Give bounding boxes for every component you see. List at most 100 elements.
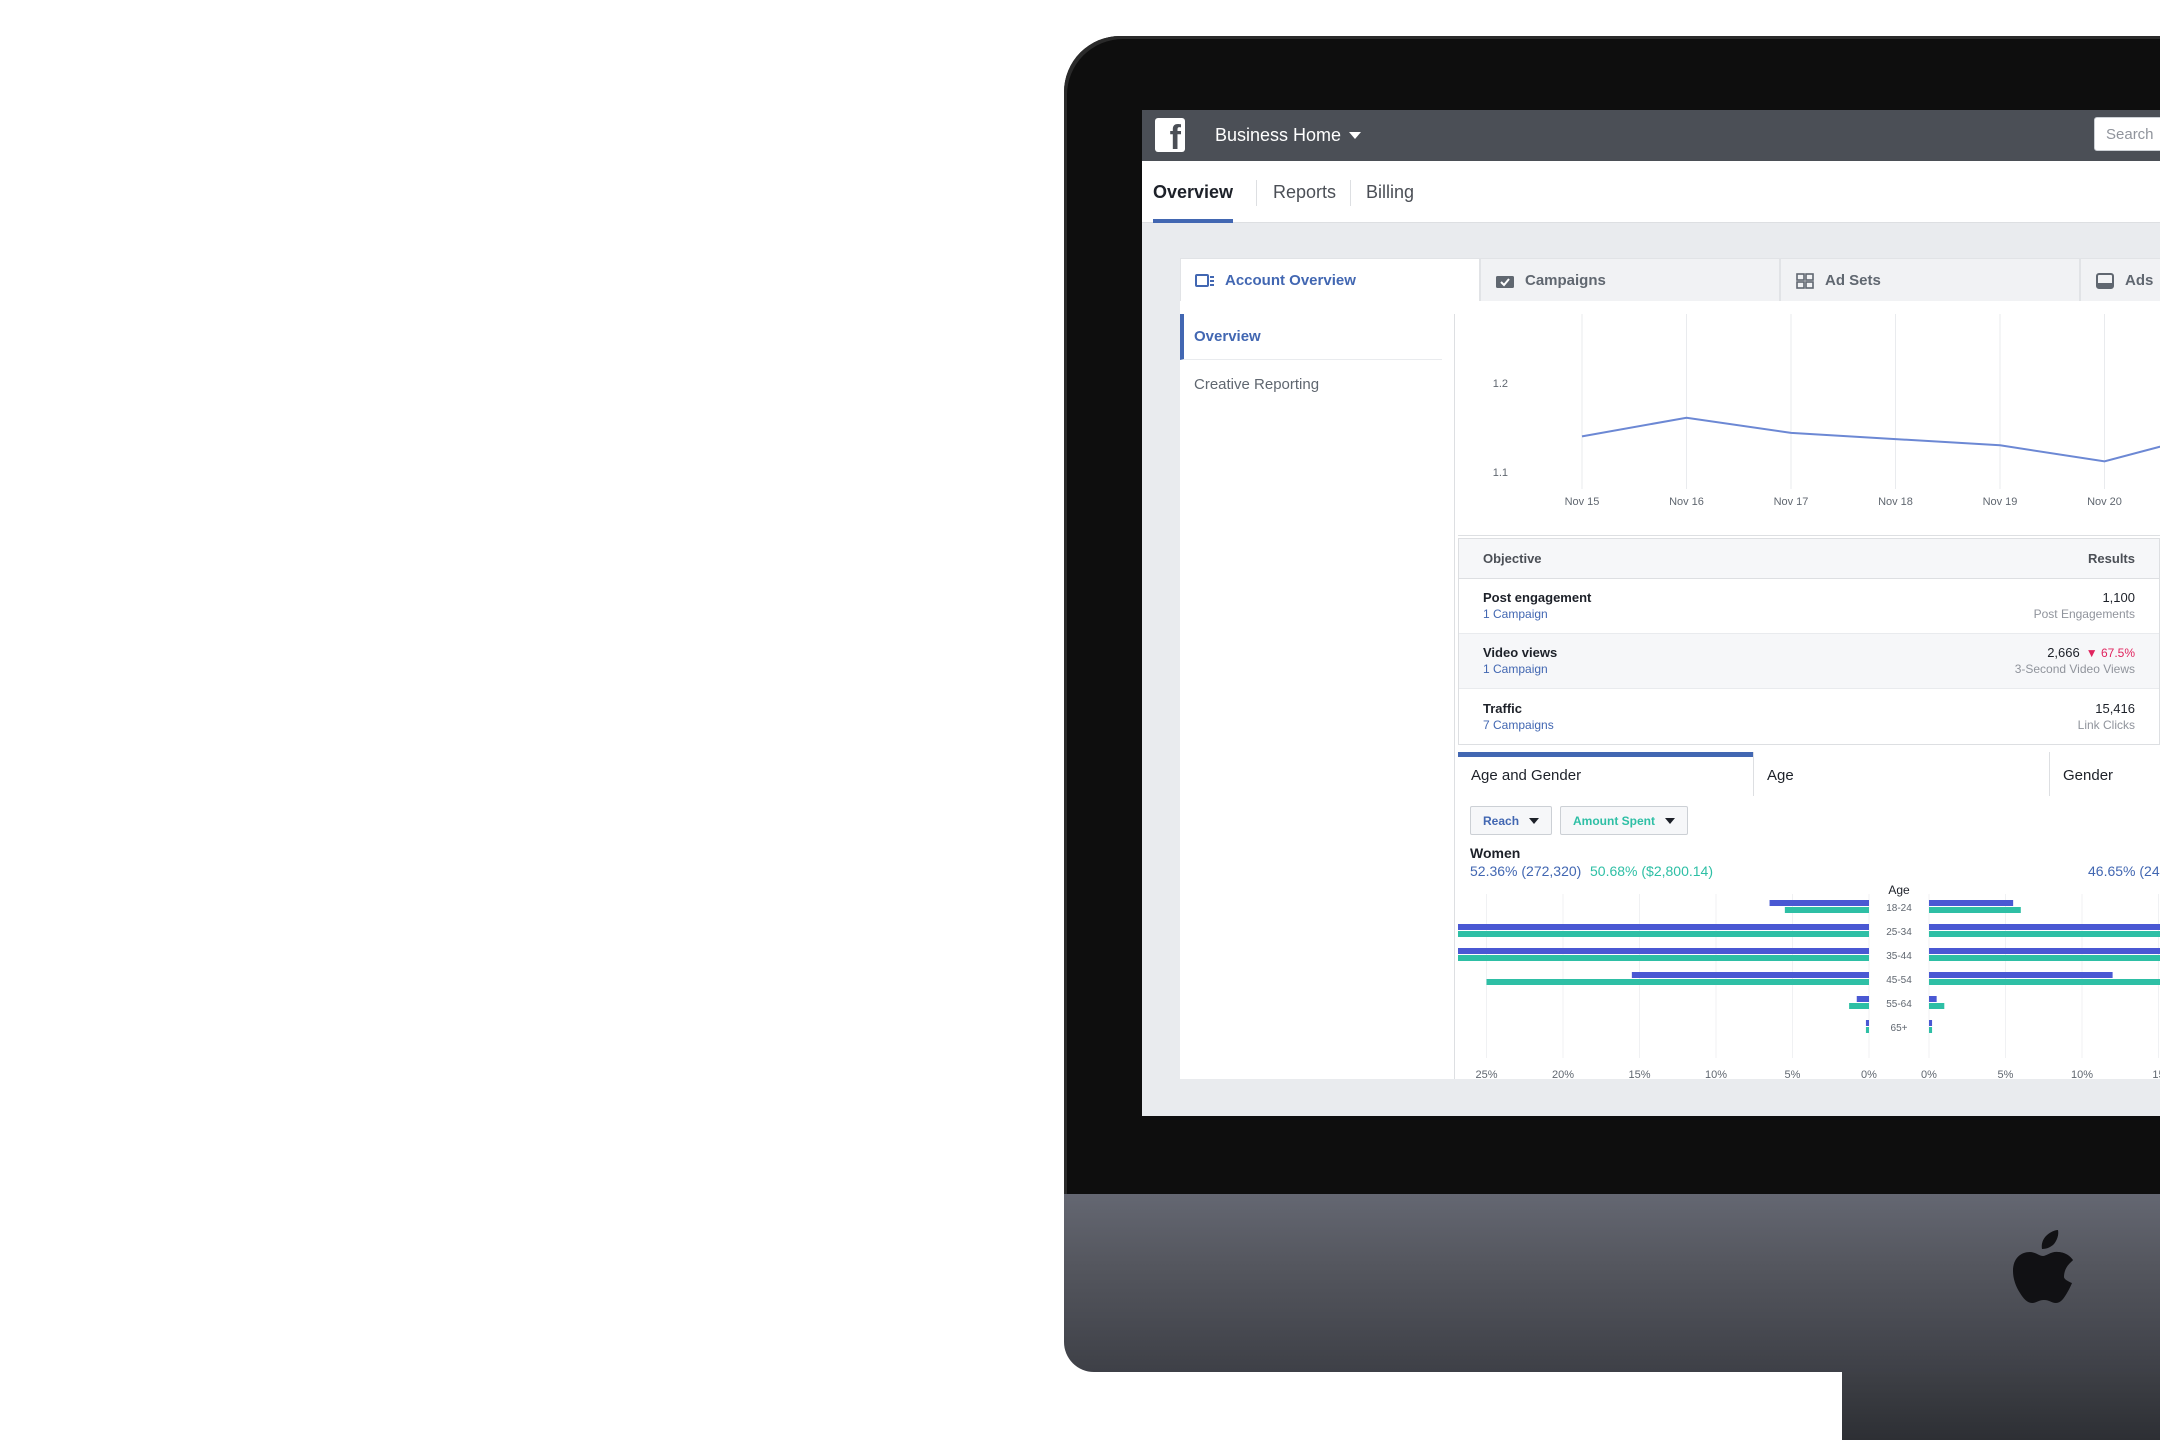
filter-label: Reach [1483,813,1520,828]
top-bar: f Business Home [1142,110,2160,161]
men-spent-bar [1929,931,2160,937]
nav-divider [1350,180,1351,206]
sidebar-divider [1454,314,1455,1079]
amount-spent-filter-dropdown[interactable]: Amount Spent [1560,806,1688,835]
subtab-account-overview[interactable]: Account Overview [1180,258,1480,302]
women-reach-stat: 52.36% (272,320) [1470,863,1582,879]
subtab-ad-sets[interactable]: Ad Sets [1780,258,2080,302]
table-row[interactable]: Traffic 7 Campaigns 15,416 Link Clicks [1459,689,2159,744]
tab-billing[interactable]: Billing [1366,161,1414,223]
delta-badge: ▼ 67.5% [2085,646,2135,660]
result-metric: Post Engagements [2033,607,2135,621]
search-input[interactable] [2095,118,2160,150]
men-reach-stat: 46.65% (24 [2088,863,2160,879]
women-reach-bar [1631,972,1869,978]
screen: f Business Home Overview Reports Billing… [1142,110,2160,1116]
age-category-label: 35-44 [1886,951,1912,962]
monitor-stand [1842,1368,2160,1440]
women-spent-bar [1865,1027,1869,1033]
campaign-count-link[interactable]: 7 Campaigns [1483,717,1554,733]
ads-icon [2096,272,2114,289]
table-row[interactable]: Video views 1 Campaign 2,666 ▼ 67.5% 3-Se… [1459,634,2159,689]
age-category-label: 25-34 [1886,927,1912,938]
x-tick-label: 10% [1705,1069,1727,1081]
x-tick-label: 15% [1628,1069,1650,1081]
bar-chart-svg: 25% 20% 15% 10% 5% 0% 0% 5% 10% 15 Age 18-24 25-34 35… [1203,883,2160,1081]
x-tick-label: 20% [1552,1069,1574,1081]
nav-bar: Overview Reports Billing [1142,161,2160,223]
x-tick-label: Nov 16 [1669,496,1704,508]
tab-reports[interactable]: Reports [1273,161,1336,223]
campaign-count-link[interactable]: 1 Campaign [1483,606,1591,622]
caret-down-icon [1349,131,1362,139]
objective-name: Traffic [1483,700,1523,716]
age-category-label: 45-54 [1886,975,1912,986]
x-tick-label: Nov 19 [1983,496,2018,508]
result-value: 1,100 [2102,590,2135,605]
women-spent-bar [1241,955,1869,961]
women-spent-bar [1784,907,1869,913]
tab-age[interactable]: Age [1754,752,2050,796]
table-row[interactable]: Post engagement 1 Campaign 1,100 Post En… [1459,579,2159,634]
subtab-label: Campaigns [1525,272,1606,289]
men-reach-bar [1929,900,2014,906]
sidebar-item-label: Creative Reporting [1194,375,1320,393]
search-box[interactable] [2094,117,2160,151]
men-reach-bar [1929,1020,1933,1026]
women-reach-bar [1279,924,1869,930]
account-overview-icon [1195,273,1214,287]
objective-name: Video views [1483,645,1558,660]
men-reach-bar [1929,972,2113,978]
sidebar-item-creative-reporting[interactable]: Creative Reporting [1180,361,1442,407]
men-spent-bar [1929,979,2160,985]
x-tick-label: Nov 15 [1565,496,1600,508]
men-spent-bar [1929,1027,1933,1033]
tab-overview[interactable]: Overview [1153,161,1234,223]
subtab-campaigns[interactable]: Campaigns [1480,258,1780,302]
business-home-menu[interactable]: Business Home [1215,123,1362,147]
result-value: 15,416 [2095,700,2135,716]
campaigns-icon [1496,275,1514,288]
filter-label: Amount Spent [1573,813,1655,828]
performance-line-chart: Nov 15 Nov 16 Nov 17 Nov 18 Nov 19 Nov 20 1.2 1… [1458,314,2160,536]
age-category-label: 55-64 [1886,999,1912,1010]
women-spent-bar [1440,931,1869,937]
tab-gender[interactable]: Gender [2050,752,2160,796]
campaign-count-link[interactable]: 1 Campaign [1483,661,1557,677]
women-spent-stat: 50.68% ($2,800.14) [1590,863,1713,879]
caret-down-icon [1665,817,1675,824]
age-category-label: 18-24 [1886,903,1912,914]
men-spent-bar [1929,1003,1945,1009]
business-home-label: Business Home [1215,125,1342,145]
result-value: 2,666 [2047,645,2080,660]
delta-value: 67.5% [2100,646,2135,660]
x-tick-label: Nov 20 [2087,496,2122,508]
x-tick-label: 5% [1785,1069,1801,1081]
age-gender-bar-chart: 25% 20% 15% 10% 5% 0% 0% 5% 10% 15 Age 18-24 25-34 35… [1203,878,2160,1088]
x-tick-label: 0% [1921,1069,1937,1081]
x-tick-label: 5% [1998,1069,2014,1081]
tab-age-and-gender[interactable]: Age and Gender [1458,752,1754,796]
objective-column-header: Objective [1483,551,1542,566]
results-column-header: Results [2088,551,2135,566]
subtab-ads[interactable]: Ads [2080,258,2160,302]
reach-filter-dropdown[interactable]: Reach [1470,806,1553,835]
women-spent-bar [1486,979,1869,985]
result-metric: Link Clicks [2077,717,2135,732]
men-reach-bar [1929,948,2160,954]
y-tick-label: 1.1 [1493,467,1508,479]
series-line [1581,416,2160,463]
men-spent-bar [1929,955,2160,961]
facebook-logo-icon[interactable]: f [1155,118,1185,152]
nav-divider [1256,180,1257,206]
sidebar-item-overview[interactable]: Overview [1180,314,1442,360]
sidebar-item-label: Overview [1194,328,1261,345]
men-spent-bar [1929,907,2021,913]
men-reach-bar [1929,924,2160,930]
objectives-table: Objective Results Post engagement 1 Camp… [1458,538,2160,745]
apple-logo-icon [2013,1230,2073,1303]
x-tick-label: 10% [2071,1069,2093,1081]
men-reach-bar [1929,996,1937,1002]
women-reach-bar [1865,1020,1869,1026]
women-reach-bar [1769,900,1869,906]
